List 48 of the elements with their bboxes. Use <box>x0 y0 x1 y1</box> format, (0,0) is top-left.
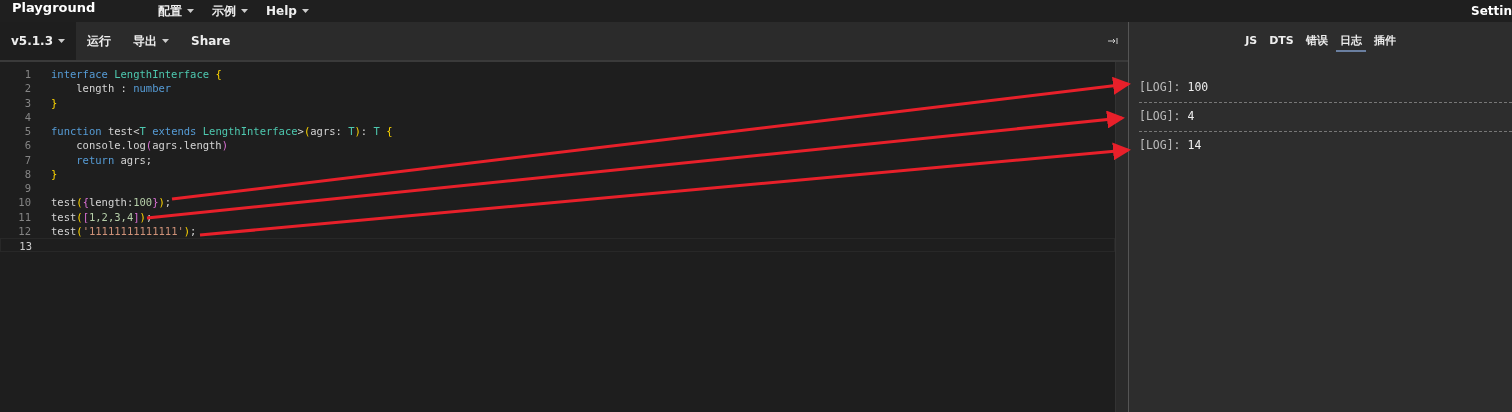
toolbar-button[interactable]: Share <box>180 22 242 60</box>
output-tab[interactable]: DTS <box>1265 31 1298 51</box>
caret-icon <box>301 9 309 13</box>
settings-link[interactable]: Settin <box>1471 4 1512 18</box>
caret-icon <box>162 39 169 43</box>
menu-item[interactable]: Help <box>266 2 309 20</box>
log-entry: [LOG]: 14 <box>1139 137 1203 154</box>
code-line: test([1,2,3,4]); <box>51 209 153 224</box>
toolbar-button[interactable]: v5.1.3 <box>0 22 76 60</box>
line-number: 11 <box>17 209 31 224</box>
line-number: 13 <box>18 239 32 252</box>
line-number: 8 <box>23 166 31 181</box>
menu-item[interactable]: 示例 <box>212 2 248 20</box>
toolbar-button[interactable]: 导出 <box>122 22 180 60</box>
output-tab[interactable]: JS <box>1241 31 1262 51</box>
toolbar-button[interactable]: 运行 <box>76 22 122 60</box>
menu-item[interactable]: 配置 <box>158 2 194 20</box>
code-line: } <box>51 95 58 110</box>
code-line: length : number <box>75 81 172 96</box>
output-tab[interactable]: 错误 <box>1301 30 1332 52</box>
code-line: return agrs; <box>75 152 153 167</box>
code-line: interface LengthInterface { <box>51 67 222 82</box>
line-number: 9 <box>23 181 31 196</box>
code-editor[interactable] <box>0 62 1128 412</box>
code-line: console.log(agrs.length) <box>75 138 229 153</box>
line-number: 2 <box>23 81 31 96</box>
code-line: test({length:100}); <box>51 195 172 210</box>
line-number: 7 <box>23 152 31 167</box>
output-tab[interactable]: 插件 <box>1369 30 1400 52</box>
line-number: 1 <box>23 67 31 82</box>
line-number: 6 <box>23 138 31 153</box>
caret-icon <box>241 9 248 13</box>
scrollbar[interactable] <box>1115 62 1128 412</box>
line-number: 12 <box>17 223 31 238</box>
line-number: 3 <box>23 95 31 110</box>
caret-icon <box>187 9 194 13</box>
output-tab[interactable]: 日志 <box>1335 30 1366 52</box>
line-number: 10 <box>17 195 31 210</box>
code-line: } <box>51 166 58 181</box>
line-number: 4 <box>23 109 31 124</box>
collapse-icon[interactable] <box>1108 38 1118 44</box>
code-line: test('11111111111111'); <box>51 223 197 238</box>
code-line: function test<T extends LengthInterface>(agrs: T): T { <box>51 124 393 139</box>
log-entry: [LOG]: 4 <box>1139 103 1512 132</box>
line-number: 5 <box>23 124 31 139</box>
caret-icon <box>58 39 65 43</box>
log-entry: [LOG]: 100 <box>1139 74 1512 103</box>
app-title: Playground <box>11 0 97 15</box>
